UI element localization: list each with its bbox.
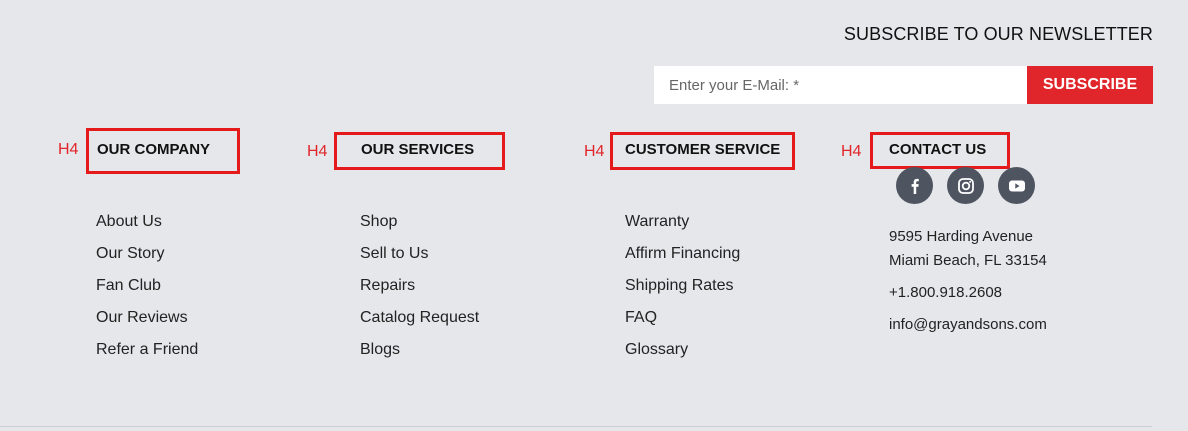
footer-link-fan-club[interactable]: Fan Club [96,270,198,302]
footer-link-warranty[interactable]: Warranty [625,206,740,238]
footer-link-catalog-request[interactable]: Catalog Request [360,302,479,334]
footer-link-refer-a-friend[interactable]: Refer a Friend [96,334,198,366]
address-line-2: Miami Beach, FL 33154 [889,252,1047,269]
heading-customer-service: CUSTOMER SERVICE [625,141,781,158]
footer-link-shop[interactable]: Shop [360,206,479,238]
h4-annotation-tag: H4 [58,141,79,158]
h4-annotation-tag: H4 [841,143,862,160]
heading-contact-us: CONTACT US [889,141,987,158]
footer-link-affirm-financing[interactable]: Affirm Financing [625,238,740,270]
email-link[interactable]: info@grayandsons.com [889,315,1047,335]
youtube-icon[interactable] [998,167,1035,204]
footer-link-sell-to-us[interactable]: Sell to Us [360,238,479,270]
footer-link-about-us[interactable]: About Us [96,206,198,238]
footer-link-shipping-rates[interactable]: Shipping Rates [625,270,740,302]
newsletter-title: SUBSCRIBE TO OUR NEWSLETTER [843,24,1153,44]
h4-annotation-tag: H4 [584,143,605,160]
our-services-links: Shop Sell to Us Repairs Catalog Request … [360,206,479,366]
facebook-glyph [911,178,919,194]
address-line-1: 9595 Harding Avenue [889,228,1034,245]
facebook-icon[interactable] [896,167,933,204]
footer-link-our-reviews[interactable]: Our Reviews [96,302,198,334]
footer-link-blogs[interactable]: Blogs [360,334,479,366]
email-input[interactable] [654,66,1027,104]
footer-link-glossary[interactable]: Glossary [625,334,740,366]
social-links [896,167,1035,204]
footer-link-repairs[interactable]: Repairs [360,270,479,302]
h4-annotation-tag: H4 [307,143,328,160]
newsletter-form: SUBSCRIBE [654,66,1153,104]
youtube-glyph [1008,180,1025,191]
our-company-links: About Us Our Story Fan Club Our Reviews … [96,206,198,366]
subscribe-button[interactable]: SUBSCRIBE [1027,66,1153,104]
heading-our-services: OUR SERVICES [361,141,475,158]
phone-link[interactable]: +1.800.918.2608 [889,283,1002,303]
instagram-icon[interactable] [947,167,984,204]
instagram-glyph [957,177,974,194]
footer-link-faq[interactable]: FAQ [625,302,740,334]
customer-service-links: Warranty Affirm Financing Shipping Rates… [625,206,740,366]
footer-divider [0,426,1152,427]
footer-link-our-story[interactable]: Our Story [96,238,198,270]
heading-our-company: OUR COMPANY [97,141,211,158]
